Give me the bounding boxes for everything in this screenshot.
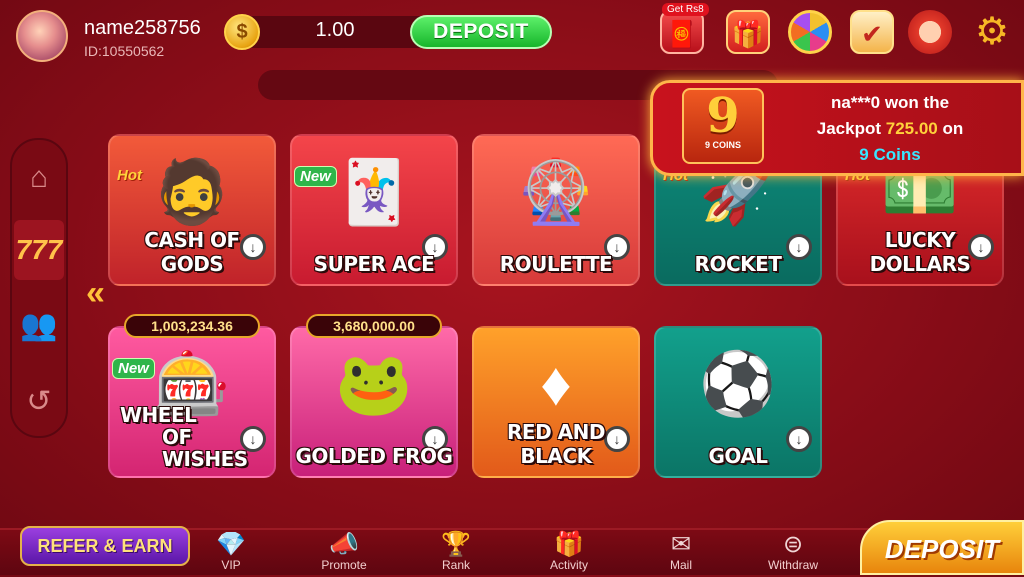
jackpot-line2: Jackpot 725.00 on [780,116,1000,142]
jackpot-amount: 725.00 [885,119,938,138]
cash-of-gods-art: 🧔 [153,158,231,227]
super-ace-art: 🃏 [335,158,413,227]
game-name-line1: WHEEL [120,403,197,427]
golded-frog-art: 🐸 [335,350,413,419]
nav-label: Activity [549,558,588,572]
game-tile-roulette[interactable]: 🎡 ↓ ROULETTE [472,134,640,286]
jackpot-pool: 1,003,234.36 [124,314,260,338]
gear-icon[interactable]: ⚙ [970,10,1014,54]
chevron-left-icon[interactable]: « [86,274,105,313]
game-name-line2: OF WISHES [162,425,248,471]
history-icon[interactable]: ↺ [14,372,64,432]
jackpot-prefix: Jackpot [816,119,881,138]
nav-promote[interactable]: 📣 Promote [309,531,379,573]
jackpot-line1: na***0 won the [830,93,950,112]
balance-amount: 1.00 [315,19,355,41]
nav-activity[interactable]: 🎁 Activity [534,531,604,573]
game-name: GOLDED FROG [295,444,453,468]
nav-label: VIP [221,558,241,572]
mail-icon: ✉ [670,531,692,558]
jackpot-message: na***0 won the Jackpot 725.00 on 9 Coins [780,90,1000,168]
check-in-icon[interactable]: ✔ [850,10,894,54]
game-tile-golded-frog[interactable]: 3,680,000.00 🐸 ↓ GOLDED FROG [290,314,458,478]
deposit-button[interactable]: DEPOSIT [410,15,552,49]
game-name: WHEEL OF WISHES [110,404,274,470]
slots-777-icon[interactable]: 777 [14,220,64,280]
hot-badge: Hot [117,167,142,184]
game-tile-wheel-of-wishes[interactable]: 1,003,234.36 🎰 New ↓ WHEEL OF WISHES [108,314,276,478]
nav-label: Mail [669,558,692,572]
promote-icon: 📣 [329,531,359,558]
game-name: CASH OF GODS [144,228,240,276]
nav-vip[interactable]: 💎 VIP [196,531,266,573]
lucky-wheel-icon[interactable] [788,10,832,54]
refer-and-earn-button[interactable]: REFER & EARN [20,526,190,566]
gift-icon[interactable]: 🎁 [726,10,770,54]
nav-label: Withdraw [767,558,818,572]
user-id: ID:10550562 [84,43,165,59]
withdraw-icon: ⊜ [782,531,804,558]
game-name: RED AND BLACK [507,420,605,468]
nav-rank[interactable]: 🏆 Rank [421,531,491,573]
diamond-icon: 💎 [216,531,246,558]
new-badge: New [294,166,337,187]
nav-mail[interactable]: ✉ Mail [646,531,716,573]
game-tile-goal[interactable]: ⚽ ↓ GOAL [654,326,822,478]
nav-withdraw[interactable]: ⊜ Withdraw [758,531,828,573]
nav-label: Promote [321,558,367,572]
people-icon[interactable]: 👥 [14,296,64,356]
nine-coins-number: 9 [706,88,740,144]
game-name: LUCKY DOLLARS [869,228,971,276]
coin-icon: $ [224,14,260,50]
get-rs-badge: Get Rs8 [662,3,709,16]
customer-service-icon[interactable] [908,10,952,54]
game-name: ROULETTE [499,252,613,276]
red-packet-icon[interactable]: 🧧 [660,10,704,54]
gift-box-icon: 🎁 [554,531,584,558]
game-tile-cash-of-gods[interactable]: 🧔 Hot ↓ CASH OF GODS [108,134,276,286]
roulette-art: 🎡 [517,158,595,227]
nav-label: Rank [441,558,470,572]
nine-coins-label: 9 COINS [704,140,741,150]
goal-art: ⚽ [699,350,777,419]
jackpot-pool: 3,680,000.00 [306,314,442,338]
jackpot-game: 9 Coins [859,145,921,164]
avatar[interactable] [16,10,68,62]
red-and-black-art: ♦ [540,350,572,419]
username: name258756 [84,17,201,39]
game-tile-red-and-black[interactable]: ♦ ↓ RED AND BLACK [472,326,640,478]
game-name: ROCKET [694,252,782,276]
game-tile-super-ace[interactable]: 🃏 New ↓ SUPER ACE [290,134,458,286]
trophy-icon: 🏆 [441,531,471,558]
jackpot-suffix: on [942,119,964,138]
game-name: SUPER ACE [313,252,435,276]
new-badge: New [112,358,155,379]
game-name: GOAL [708,444,768,468]
home-icon[interactable]: ⌂ [14,148,64,208]
deposit-bottom-button[interactable]: DEPOSIT [860,520,1024,575]
